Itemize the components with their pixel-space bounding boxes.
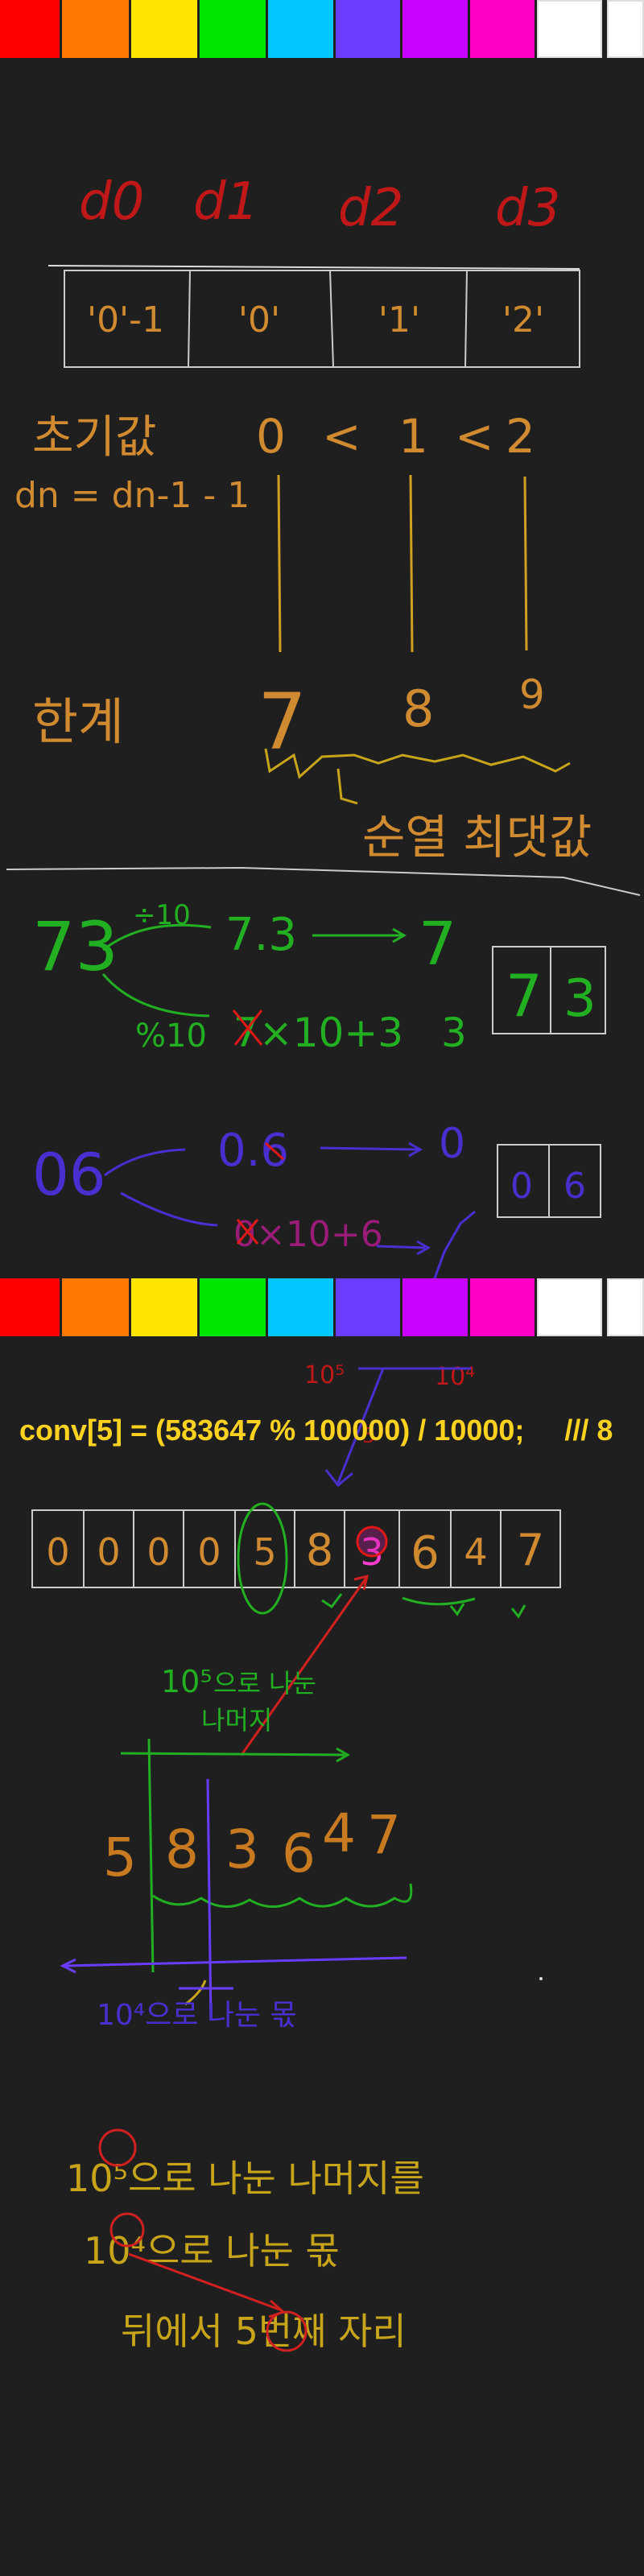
summary-line-1: 10⁵으로 나눈 나머지를 — [66, 2157, 424, 2200]
drawing-canvas[interactable]: d0 d1 d2 d3 '0'-1 '0' '1' '2' 초기값 dn = d… — [0, 0, 644, 2576]
var-label-d0: d0 — [79, 172, 144, 232]
mod-label: %10 — [135, 1018, 207, 1055]
init-less-2: < — [455, 409, 494, 464]
pow-left: 10⁵ — [304, 1361, 345, 1389]
mod-expression: 7×10+3 — [233, 1009, 403, 1056]
section-variables: d0 d1 d2 d3 — [79, 172, 560, 238]
box3-value-1: 6 — [564, 1166, 586, 1207]
number-digit-4: 4 — [322, 1802, 356, 1864]
summary-line-3: 뒤에서 5번째 자리 — [121, 2310, 407, 2353]
init-value-0: 0 — [256, 409, 286, 464]
digit-9: 7 — [517, 1525, 544, 1575]
section3-strokes — [104, 1141, 476, 1279]
number-digit-5: 7 — [367, 1804, 401, 1866]
rem-note-b: 나머지 — [201, 1705, 272, 1736]
init-less-1: < — [322, 409, 361, 464]
number-73: 73 — [32, 907, 118, 986]
mod-result: 3 — [441, 1009, 467, 1056]
rem-note-a: 으로 나눈 — [213, 1668, 316, 1699]
digit-4: 5 — [253, 1530, 276, 1574]
section4-summary: 10⁵으로 나눈 나머지를 10⁴으로 나눈 몫 뒤에서 5번째 자리 — [66, 2157, 424, 2353]
loop-label: 순열 최댓값 — [362, 810, 592, 865]
section3-boxes: 0 6 — [497, 1144, 601, 1218]
number-digit-3: 6 — [282, 1823, 316, 1885]
box-value-0: '0'-1 — [87, 299, 164, 341]
section1-initial: 초기값 dn = dn-1 - 1 0 < 1 < 2 — [14, 409, 535, 516]
section1-limits: 한계 7 8 9 — [32, 671, 545, 767]
div-arrow-result-3: 0 — [439, 1120, 465, 1168]
rem-note-pow: 10⁵ — [161, 1664, 213, 1699]
quotient-note: 10⁴으로 나눈 몫 — [97, 1999, 297, 2032]
box3-value-0: 0 — [510, 1166, 533, 1207]
section4-digit-boxes: 0 0 0 0 5 8 3 6 4 7 — [31, 1509, 561, 1588]
section4-number-strokes — [60, 1778, 413, 2021]
var-label-d3: d3 — [495, 179, 560, 238]
limit-value-1: 8 — [402, 679, 434, 738]
digit-2: 0 — [147, 1530, 170, 1574]
digit-5: 8 — [306, 1525, 333, 1575]
code-expression: conv[5] = (583647 % 100000) / 10000; ///… — [19, 1414, 613, 1447]
div-result-3: 0.6 — [217, 1125, 289, 1177]
init-value-1: 1 — [398, 409, 428, 464]
pow-right: 10⁴ — [435, 1363, 475, 1391]
var-label-d1: d1 — [193, 172, 258, 232]
number-digit-2: 3 — [225, 1818, 259, 1880]
section2-boxes: 7 3 — [492, 946, 606, 1034]
limit-value-0: 7 — [258, 677, 307, 767]
section-divider — [6, 866, 641, 896]
limit-label: 한계 — [32, 692, 124, 751]
init-label: 초기값 — [32, 411, 157, 464]
div-result: 7.3 — [225, 909, 297, 961]
stray-dot — [539, 1977, 543, 1980]
section1-loop-brace — [264, 748, 571, 805]
digit-3: 0 — [197, 1530, 221, 1574]
div-arrow-result: 7 — [419, 910, 456, 979]
formula: dn = dn-1 - 1 — [14, 475, 250, 516]
section4-number: 5 8 3 6 4 7 — [103, 1802, 401, 1889]
digit-0: 0 — [46, 1530, 69, 1574]
var-label-d2: d2 — [338, 179, 403, 238]
init-value-2: 2 — [506, 409, 535, 464]
box-value-3: '2' — [502, 299, 544, 341]
summary-line-2: 10⁴으로 나눈 몫 — [84, 2229, 340, 2273]
digit-1: 0 — [97, 1530, 120, 1574]
section1-vertical-lines — [277, 474, 528, 653]
box2-value-1: 3 — [564, 969, 597, 1029]
number-06: 06 — [32, 1141, 106, 1208]
limit-value-2: 9 — [519, 671, 545, 718]
number-digit-1: 8 — [165, 1818, 199, 1880]
box2-value-0: 7 — [506, 962, 543, 1030]
section2-number: 73 ÷10 7.3 7 %10 7×10+3 3 — [32, 899, 467, 1056]
box-value-2: '1' — [378, 299, 420, 341]
section1-boxes: '0'-1 '0' '1' '2' — [47, 265, 580, 368]
box-value-1: '0' — [238, 299, 280, 341]
digit-8: 4 — [464, 1530, 487, 1574]
number-digit-0: 5 — [103, 1827, 137, 1889]
digit-7: 6 — [411, 1527, 440, 1579]
